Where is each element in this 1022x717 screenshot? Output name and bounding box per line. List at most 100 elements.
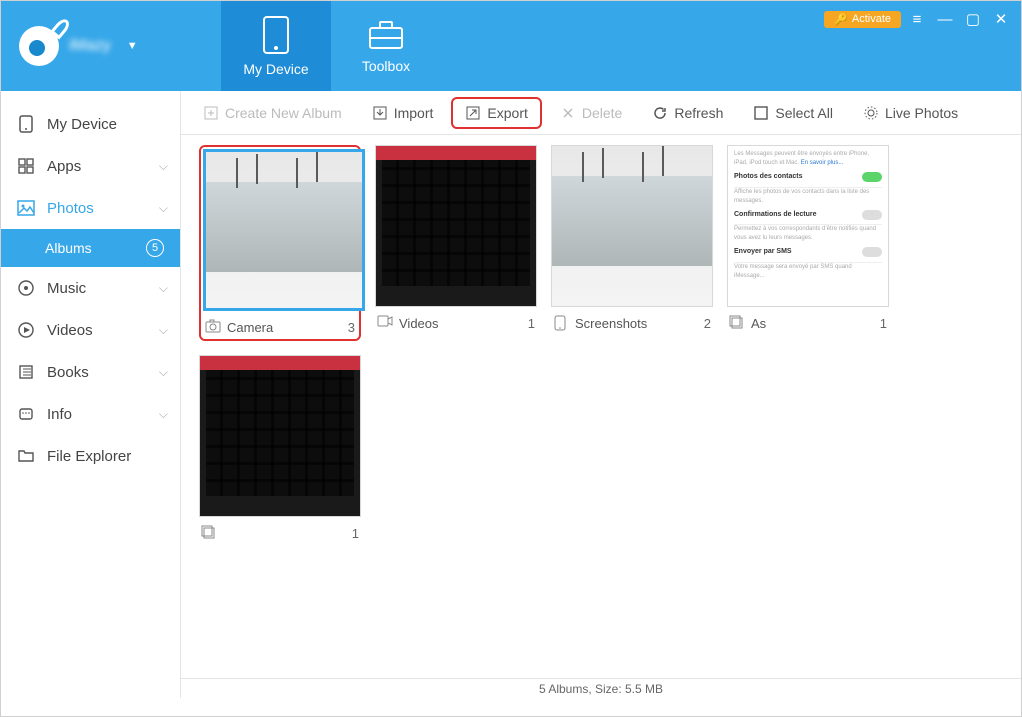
album-thumbnail: [199, 355, 361, 517]
sidebar-label: Info: [47, 406, 72, 423]
header-tab-my-device[interactable]: My Device: [221, 1, 331, 91]
album-count: 3: [348, 320, 355, 335]
album-name: Screenshots: [575, 316, 704, 331]
create-new-album-button[interactable]: Create New Album: [191, 99, 354, 127]
album-item[interactable]: Camera3: [199, 145, 361, 341]
sidebar-label: Photos: [47, 200, 94, 217]
chevron-down-icon: ⌵: [159, 159, 168, 174]
sidebar: My Device Apps ⌵ Photos ⌵ Albums 5 Music…: [1, 91, 181, 698]
app-name: iMazy: [69, 37, 111, 55]
activate-label: Activate: [852, 13, 891, 25]
sidebar-label: Books: [47, 364, 89, 381]
album-thumbnail: Les Messages peuvent être envoyés entre …: [727, 145, 889, 307]
album-item[interactable]: Screenshots2: [551, 145, 713, 341]
album-item[interactable]: 1: [199, 355, 361, 541]
sidebar-sub-albums[interactable]: Albums 5: [1, 229, 180, 267]
plus-icon: [203, 105, 219, 121]
toolbar-label: Export: [487, 105, 527, 121]
maximize-button[interactable]: ▢: [961, 7, 985, 31]
sidebar-label: Videos: [47, 322, 93, 339]
videos-icon: [17, 321, 35, 339]
sidebar-label: My Device: [47, 116, 117, 133]
albums-grid: Camera3Videos1Screenshots2Les Messages p…: [181, 135, 1021, 678]
sidebar-label: Music: [47, 280, 86, 297]
apps-icon: [17, 157, 35, 175]
albums-count-badge: 5: [146, 239, 164, 257]
toolbox-icon: [366, 18, 406, 52]
album-type-icon: [205, 319, 221, 335]
header-bar: iMazy ▼ My Device Toolbox 🔑 Activate ≡ —…: [1, 1, 1021, 91]
hamburger-menu-icon[interactable]: ≡: [905, 7, 929, 31]
sidebar-item-my-device[interactable]: My Device: [1, 103, 180, 145]
sidebar-label: Apps: [47, 158, 81, 175]
refresh-icon: [652, 105, 668, 121]
chevron-down-icon: ⌵: [159, 365, 168, 380]
chevron-down-icon: ⌵: [159, 201, 168, 216]
import-button[interactable]: Import: [360, 99, 446, 127]
logo-dropdown-icon[interactable]: ▼: [127, 40, 138, 52]
header-tab-label: Toolbox: [362, 58, 410, 74]
import-icon: [372, 105, 388, 121]
album-type-icon: [729, 315, 745, 331]
album-name: As: [751, 316, 880, 331]
sidebar-item-music[interactable]: Music ⌵: [1, 267, 180, 309]
album-type-icon: [201, 525, 217, 541]
sidebar-item-books[interactable]: Books ⌵: [1, 351, 180, 393]
device-icon: [17, 115, 35, 133]
album-count: 1: [352, 526, 359, 541]
sidebar-item-info[interactable]: Info ⌵: [1, 393, 180, 435]
album-type-icon: [377, 315, 393, 331]
album-count: 1: [528, 316, 535, 331]
album-thumbnail: [203, 149, 365, 311]
export-icon: [465, 105, 481, 121]
album-count: 2: [704, 316, 711, 331]
delete-icon: [560, 105, 576, 121]
close-button[interactable]: ✕: [989, 7, 1013, 31]
album-name: Camera: [227, 320, 348, 335]
photos-icon: [17, 199, 35, 217]
chevron-down-icon: ⌵: [159, 281, 168, 296]
logo-area: iMazy ▼: [1, 1, 181, 91]
toolbar-label: Live Photos: [885, 105, 958, 121]
books-icon: [17, 363, 35, 381]
sidebar-item-apps[interactable]: Apps ⌵: [1, 145, 180, 187]
chevron-down-icon: ⌵: [159, 407, 168, 422]
chevron-down-icon: ⌵: [159, 323, 168, 338]
sidebar-item-videos[interactable]: Videos ⌵: [1, 309, 180, 351]
sidebar-label: File Explorer: [47, 448, 131, 465]
sidebar-sub-label: Albums: [45, 240, 92, 256]
select-all-button[interactable]: Select All: [741, 99, 845, 127]
status-text: 5 Albums, Size: 5.5 MB: [539, 682, 663, 696]
header-tab-label: My Device: [243, 61, 308, 77]
header-tab-toolbox[interactable]: Toolbox: [331, 1, 441, 91]
music-icon: [17, 279, 35, 297]
window-controls: 🔑 Activate ≡ — ▢ ✕: [824, 7, 1013, 31]
status-bar: 5 Albums, Size: 5.5 MB: [181, 678, 1021, 698]
live-photos-icon: [863, 105, 879, 121]
album-count: 1: [880, 316, 887, 331]
key-icon: 🔑: [834, 13, 848, 26]
sidebar-item-photos[interactable]: Photos ⌵: [1, 187, 180, 229]
toolbar-label: Select All: [775, 105, 833, 121]
export-button[interactable]: Export: [451, 97, 541, 129]
sidebar-item-file-explorer[interactable]: File Explorer: [1, 435, 180, 477]
header-tabs: My Device Toolbox: [221, 1, 441, 91]
album-thumbnail: [375, 145, 537, 307]
checkbox-icon: [753, 105, 769, 121]
album-item[interactable]: Videos1: [375, 145, 537, 341]
toolbar-label: Create New Album: [225, 105, 342, 121]
info-icon: [17, 405, 35, 423]
activate-button[interactable]: 🔑 Activate: [824, 11, 901, 28]
minimize-button[interactable]: —: [933, 7, 957, 31]
toolbar-label: Delete: [582, 105, 622, 121]
toolbar: Create New Album Import Export Delete Re…: [181, 91, 1021, 135]
toolbar-label: Import: [394, 105, 434, 121]
live-photos-button[interactable]: Live Photos: [851, 99, 970, 127]
album-item[interactable]: Les Messages peuvent être envoyés entre …: [727, 145, 889, 341]
delete-button[interactable]: Delete: [548, 99, 634, 127]
album-type-icon: [553, 315, 569, 331]
album-name: Videos: [399, 316, 528, 331]
folder-icon: [17, 447, 35, 465]
refresh-button[interactable]: Refresh: [640, 99, 735, 127]
album-thumbnail: [551, 145, 713, 307]
